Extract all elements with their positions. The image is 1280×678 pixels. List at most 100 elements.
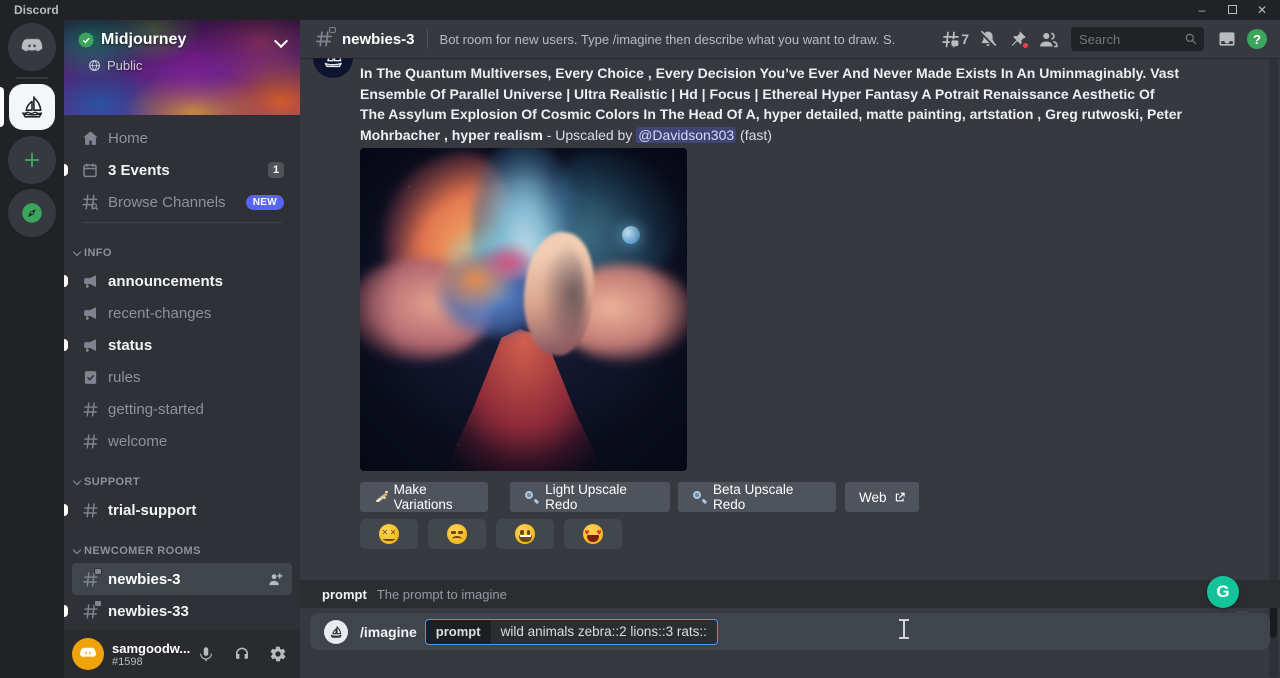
reaction-disappointed-face[interactable] [428,519,486,549]
bot-avatar [324,620,348,644]
unread-indicator [64,164,68,176]
channel-getting-started[interactable]: getting-started [72,393,292,425]
selected-server-indicator [0,87,4,127]
command-option-pill[interactable]: prompt wild animals zebra::2 lions::3 ra… [425,619,718,645]
category-label: SUPPORT [84,476,140,488]
home-icon [80,128,100,148]
light-upscale-redo-button[interactable]: Light Upscale Redo [510,482,670,512]
headphones-icon [233,645,251,663]
channel-newbies-33[interactable]: newbies-33 [72,595,292,627]
search-input[interactable]: Search [1071,27,1204,51]
megaphone-icon [80,271,100,291]
channel-title: newbies-3 [342,31,415,48]
channel-topic[interactable]: Bot room for new users. Type /imagine th… [440,32,895,47]
category-info[interactable]: INFO [74,241,292,265]
message-actions: Make Variations Light Upscale Redo Beta … [360,482,919,512]
channel-label: trial-support [108,502,196,519]
hash-lock-icon [314,29,334,49]
unread-indicator [64,339,68,351]
chevron-down-icon [73,545,81,553]
category-support[interactable]: SUPPORT [74,470,292,494]
calendar-icon [80,160,100,180]
explore-servers-button[interactable] [8,189,56,237]
member-list-button[interactable] [1033,24,1063,54]
browse-channels-icon [80,192,100,212]
header-divider [427,29,428,49]
channel-rules[interactable]: rules [72,361,292,393]
user-info[interactable]: samgoodw... #1598 [112,641,192,668]
sidebar-item-events[interactable]: 3 Events 1 [72,154,292,186]
maximize-button[interactable] [1224,0,1240,20]
add-server-button[interactable] [8,136,56,184]
pinned-messages-button[interactable] [1003,24,1033,54]
user-mention[interactable]: @Davidson303 [636,127,736,143]
reaction-buttons: ✕✕ ♥♥ [360,519,622,549]
rules-icon [80,367,100,387]
server-banner[interactable]: Midjourney Public [64,20,300,115]
megaphone-icon [80,335,100,355]
button-label: Beta Upscale Redo [713,482,822,512]
inbox-button[interactable] [1212,24,1242,54]
help-button[interactable]: ? [1242,24,1272,54]
grammarly-icon[interactable]: G [1207,576,1239,608]
message-suffix-2: (fast) [736,127,772,143]
hash-icon [80,399,100,419]
make-variations-button[interactable]: Make Variations [360,482,488,512]
category-newcomer-rooms[interactable]: NEWCOMER ROOMS [74,539,292,563]
main-area: newbies-3 Bot room for new users. Type /… [300,20,1280,678]
reaction-heart-eyes-face[interactable]: ♥♥ [564,519,622,549]
inbox-icon [1217,29,1237,49]
invite-member-icon[interactable] [267,571,284,588]
close-button[interactable]: ✕ [1254,0,1270,20]
search-placeholder: Search [1079,32,1184,47]
globe-icon [88,59,101,72]
search-icon [1184,32,1198,46]
channel-header: newbies-3 Bot room for new users. Type /… [300,20,1280,58]
channel-newbies-3[interactable]: newbies-3 [72,563,292,595]
threads-icon [940,29,961,50]
sidebar-item-label: Browse Channels [108,194,226,211]
channel-trial-support[interactable]: trial-support [72,494,292,526]
emoji-picker-button[interactable] [1232,620,1254,642]
confounded-face-emoji: ✕✕ [379,524,399,544]
channel-welcome[interactable]: welcome [72,425,292,457]
beta-upscale-redo-button[interactable]: Beta Upscale Redo [678,482,836,512]
server-visibility-label: Public [107,58,142,73]
channel-label: getting-started [108,401,204,418]
reaction-grinning-face[interactable] [496,519,554,549]
generated-image[interactable] [360,148,687,471]
sidebar-item-browse-channels[interactable]: Browse Channels NEW [72,186,292,218]
mute-microphone-button[interactable] [192,640,220,668]
sidebar-item-home[interactable]: Home [72,122,292,154]
user-settings-button[interactable] [264,640,292,668]
channel-announcements[interactable]: announcements [72,265,292,297]
sailboat-icon [328,624,344,640]
option-hint-name: prompt [322,587,367,602]
user-avatar[interactable] [72,638,104,670]
minimize-button[interactable]: – [1194,0,1210,20]
option-value-input[interactable]: wild animals zebra::2 lions::3 rats:: [491,620,717,644]
notification-settings-button[interactable] [973,24,1003,54]
new-badge: NEW [246,195,284,210]
magnifier-emoji [524,490,538,505]
message-composer[interactable]: /imagine prompt wild animals zebra::2 li… [310,613,1270,650]
button-label: Web [859,490,887,505]
members-icon [1038,29,1059,50]
sidebar-item-label: Home [108,130,148,147]
bot-message-avatar[interactable] [313,58,353,78]
heart-eyes-face-emoji: ♥♥ [583,524,603,544]
channel-recent-changes[interactable]: recent-changes [72,297,292,329]
channel-label: newbies-3 [108,571,181,588]
threads-button[interactable] [935,24,965,54]
deafen-button[interactable] [228,640,256,668]
reaction-confounded-face[interactable]: ✕✕ [360,519,418,549]
chat-bubble-dot [94,600,102,607]
discord-home-button[interactable] [8,23,56,71]
channel-label: recent-changes [108,305,211,322]
channel-status[interactable]: status [72,329,292,361]
midjourney-server-button[interactable] [9,84,55,130]
web-button[interactable]: Web [845,482,919,512]
maximize-icon [1228,5,1237,14]
button-label: Make Variations [394,482,474,512]
compass-icon [19,200,45,226]
